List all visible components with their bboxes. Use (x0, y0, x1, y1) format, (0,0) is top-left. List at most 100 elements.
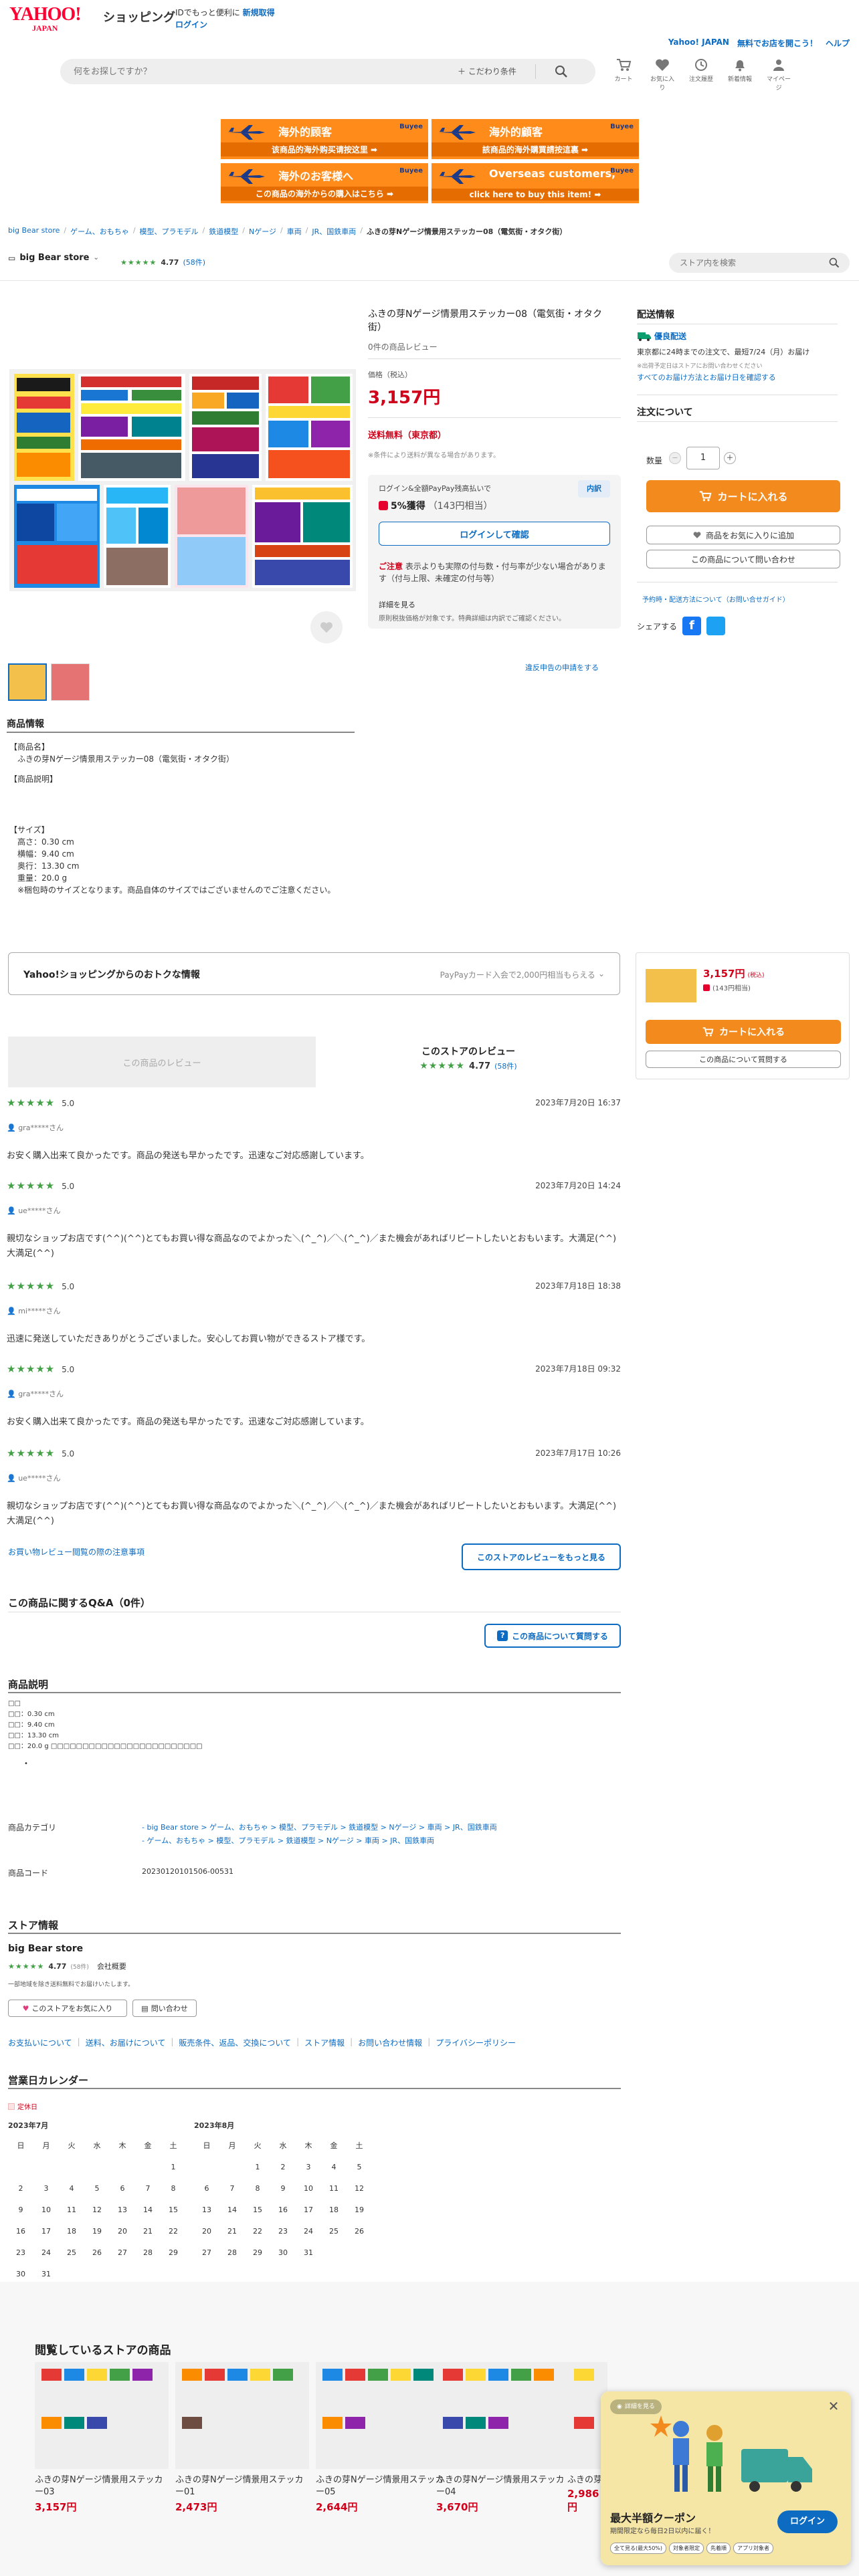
buyee-banner-brand: Buyee (399, 167, 423, 175)
store-policy-link[interactable]: 送料、お届けについて (86, 2037, 166, 2048)
breadcrumb-item[interactable]: ゲーム、おもちゃ (70, 226, 129, 237)
favorite-nav[interactable]: お気に入り (648, 58, 677, 92)
day: 8 (255, 2183, 260, 2193)
points-detail-button[interactable]: 内訳 (578, 480, 610, 498)
delivery-all-link[interactable]: すべてのお届け方法とお届け日を確認する (637, 372, 776, 383)
browsing-item[interactable]: ふきの芽Nゲージ情景用ステッカー05 2,644円 (316, 2362, 450, 2514)
qty-plus-button[interactable]: ＋ (724, 452, 736, 464)
open-store-link[interactable]: 無料でお店を開こう！ (737, 37, 818, 49)
calendar-week: 1 (8, 2156, 186, 2177)
coupon-login-button[interactable]: ログイン (777, 2510, 838, 2533)
image-favorite-button[interactable] (310, 611, 343, 643)
filter-button[interactable]: ＋ こだわり条件 (458, 66, 516, 77)
breadcrumb-item[interactable]: big Bear store (8, 226, 60, 237)
meta-cat1[interactable]: - big Bear store > ゲーム、おもちゃ > 模型、プラモデル >… (142, 1822, 497, 1832)
browsing-item-price: 3,670円 (436, 2501, 478, 2513)
search-icon[interactable] (828, 257, 840, 269)
meta-code-value: 20230120101506-00531 (142, 1867, 233, 1876)
add-to-favorite-button[interactable]: 商品をお気に入りに追加 (646, 526, 840, 544)
qty-label: 数量 (646, 456, 663, 465)
review-user: 👤 ue*****さん (7, 1473, 621, 1483)
store-policy-link[interactable]: プライバシーポリシー (436, 2037, 516, 2048)
twitter-icon[interactable] (706, 617, 726, 635)
report-link[interactable]: 違反申告の申請をする (525, 662, 599, 673)
yahoo-logo[interactable]: YAHOO! JAPAN (9, 5, 82, 33)
points-amount: （143円相当） (427, 501, 493, 512)
coupon-chip[interactable]: アプリ対象者 (733, 2543, 774, 2554)
deals-box[interactable]: Yahoo!ショッピングからのおトクな情報 PayPayカード入会で2,000円… (8, 952, 620, 995)
buyee-banner-sc[interactable]: 海外的顾客 Buyee 该商品的海外购买请按这里 ➡ (221, 119, 428, 159)
sticky-points-value: (143円相当) (712, 985, 751, 992)
sticky-cart-button[interactable]: カートに入れる (646, 1020, 841, 1044)
search-button[interactable] (554, 64, 574, 79)
day: 5 (94, 2183, 100, 2193)
buyee-banner-ja[interactable]: 海外のお客様へ Buyee この商品の海外からの購入はこちら ➡ (221, 163, 428, 203)
service-name[interactable]: ショッピング (103, 8, 175, 25)
buyee-banner-tc[interactable]: 海外的顧客 Buyee 該商品的海外購買請按這裏 ➡ (432, 119, 639, 159)
calendar-rule (8, 2088, 621, 2089)
deals-right: PayPayカード入会で2,000円相当もらえる ⌄ (440, 969, 605, 980)
coupon-tag[interactable]: ◉ 詳細を見る (610, 2399, 662, 2414)
star-rating-icon: ★★★★★ (7, 1180, 56, 1192)
review-guideline-link[interactable]: お買い物レビュー閲覧の際の注意事項 (8, 1546, 145, 1558)
store-info-rating: ★★★★★ 4.77 (58件) 会社概要 (8, 1961, 126, 1971)
browsing-item[interactable]: ふきの芽Nゲージ情景用ステッカー03 3,157円 (35, 2362, 169, 2514)
ask-question-button[interactable]: この商品について問い合わせ (646, 550, 840, 568)
login-confirm-button[interactable]: ログインして確認 (379, 522, 610, 546)
sticky-ask-button[interactable]: この商品について質問する (646, 1051, 841, 1068)
policy-link[interactable]: 予約時・配送方法について（お問い合せガイド） (642, 594, 789, 604)
signup-link[interactable]: 新規取得 (243, 8, 275, 17)
breadcrumb-item[interactable]: 鉄道模型 (209, 226, 238, 237)
help-link[interactable]: ヘルプ (826, 37, 850, 49)
store-policy-link[interactable]: お問い合わせ情報 (358, 2037, 422, 2048)
store-policy-link[interactable]: ストア情報 (304, 2037, 345, 2048)
coupon-chip[interactable]: 対象者限定 (669, 2543, 704, 2554)
browsing-item[interactable]: ふきの芽Nゲージ情景用ステッカー04 3,670円 (436, 2362, 570, 2514)
search-input[interactable] (74, 64, 448, 79)
shipping-free: 送料無料（東京都） (368, 431, 447, 441)
facebook-icon[interactable]: f (682, 617, 702, 635)
store-info-note: 一部地域を除き送料無料でお届けいたします。 (8, 1981, 134, 1988)
mypage-nav[interactable]: マイページ (764, 58, 793, 92)
coupon-sub: 期間限定なら毎日2日以内に届く！ (610, 2528, 715, 2535)
coupon-chip[interactable]: 全て見る(最大50%) (610, 2543, 667, 2554)
login-link[interactable]: ログイン (175, 19, 207, 30)
breadcrumb-item[interactable]: JR、国鉄車両 (312, 226, 356, 237)
store-search-input[interactable] (680, 257, 814, 269)
buyee-banner-en[interactable]: Overseas customers, Buyee click here to … (432, 163, 639, 203)
store-bar-name-wrap[interactable]: ▭ big Bear store ⌄ (8, 253, 99, 263)
day: 20 (118, 2226, 127, 2236)
thumbnail-active[interactable] (8, 663, 47, 701)
breadcrumb-item[interactable]: 車両 (287, 226, 302, 237)
star-rating-icon: ★★★★★ (7, 1363, 56, 1375)
store-info-name[interactable]: big Bear store (8, 1943, 83, 1954)
thumbnail[interactable] (51, 663, 90, 701)
history-nav[interactable]: 注文履歴 (686, 58, 716, 92)
breadcrumb-item[interactable]: 模型、プラモデル (140, 226, 199, 237)
coupon-chip[interactable]: 先着順 (706, 2543, 731, 2554)
qty-input[interactable]: 1 (686, 447, 720, 469)
close-button[interactable]: ✕ (826, 2398, 842, 2414)
breadcrumb-item[interactable]: Nゲージ (249, 226, 276, 237)
cart-nav[interactable]: カート (609, 58, 638, 92)
news-nav[interactable]: 新着情報 (725, 58, 755, 92)
store-policy-link[interactable]: 販売条件、返品、交換について (179, 2037, 291, 2048)
qa-ask-button[interactable]: ? この商品について質問する (484, 1624, 621, 1648)
yahoo-japan-link[interactable]: Yahoo! JAPAN (668, 37, 729, 49)
more-reviews-button[interactable]: このストアのレビューをもっと見る (462, 1543, 621, 1570)
delivery-illustration (650, 2416, 812, 2492)
star-rating-icon: ★★★★★ (419, 1061, 466, 1071)
product-image[interactable] (9, 369, 356, 591)
store-info-company[interactable]: 会社概要 (97, 1961, 126, 1971)
browsing-item-image (35, 2362, 169, 2469)
add-to-cart-button[interactable]: カートに入れる (646, 480, 840, 512)
browsing-item[interactable]: ふきの芽Nゲージ情景用ステッカー01 2,473円 (175, 2362, 309, 2514)
coupon-popup[interactable]: ◉ 詳細を見る ✕ 最大半額クーポン 期間限定なら毎日2日以内に届く！ ログイン… (601, 2391, 851, 2565)
review-score: 5.0 (62, 1282, 75, 1291)
store-ask-button[interactable]: ▤ 問い合わせ (132, 2000, 197, 2017)
store-policy-link[interactable]: お支払いについて (8, 2037, 72, 2048)
store-favorite-button[interactable]: ♥ このストアをお気に入り (8, 2000, 127, 2017)
meta-cat2[interactable]: - ゲーム、おもちゃ > 模型、プラモデル > 鉄道模型 > Nゲージ > 車両… (142, 1835, 434, 1846)
qty-minus-button[interactable]: − (669, 452, 681, 464)
caution-more-link[interactable]: 詳細を見る (379, 599, 415, 610)
